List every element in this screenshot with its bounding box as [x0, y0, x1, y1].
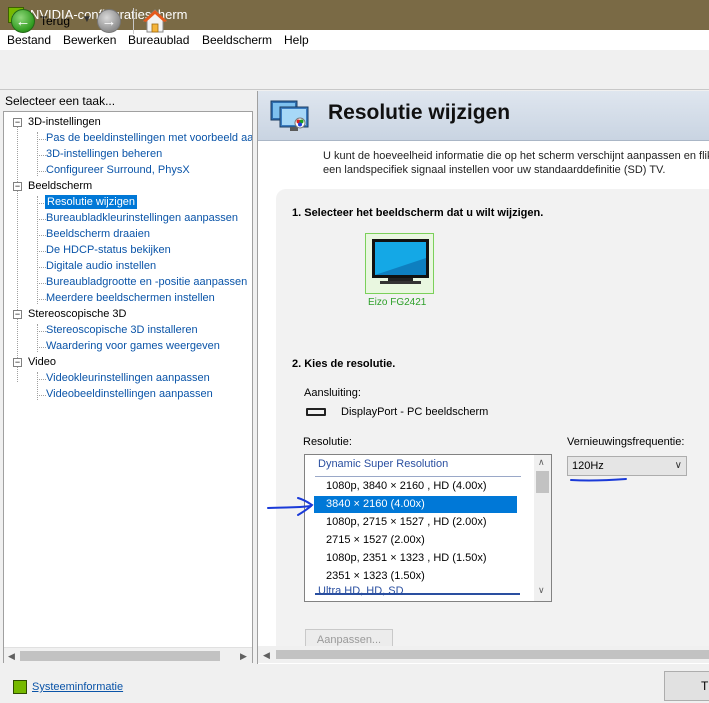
- description-line: U kunt de hoeveelheid informatie die op …: [323, 150, 709, 162]
- collapse-video-icon[interactable]: −: [13, 358, 22, 367]
- menu-bureaublad[interactable]: Bureaublad: [128, 33, 189, 47]
- forward-arrow-icon[interactable]: →: [97, 9, 121, 33]
- tree-item-manage-3d[interactable]: 3D-instellingen beheren: [46, 147, 162, 161]
- menu-beeldscherm[interactable]: Beeldscherm: [202, 33, 272, 47]
- resolution-list-scrollbar[interactable]: ∧ ∨: [534, 455, 551, 601]
- display-settings-icon: [270, 100, 309, 131]
- right-horizontal-scrollbar[interactable]: ◀: [258, 646, 709, 663]
- resolution-option[interactable]: 2351 × 1323 (1.50x): [326, 568, 425, 585]
- resolution-option[interactable]: 1080p, 2715 × 1527 , HD (2.00x): [326, 514, 487, 531]
- chevron-down-icon[interactable]: ∨: [675, 460, 682, 471]
- task-selector-label: Selecteer een taak...: [5, 94, 116, 108]
- menu-bewerken[interactable]: Bewerken: [63, 33, 116, 47]
- back-dropdown-icon[interactable]: ▼: [82, 14, 92, 25]
- resolution-option[interactable]: 2715 × 1527 (2.00x): [326, 532, 425, 549]
- scroll-up-icon[interactable]: ∧: [538, 457, 545, 468]
- refresh-rate-value: 120Hz: [572, 460, 604, 472]
- resolution-list[interactable]: Dynamic Super Resolution 1080p, 3840 × 2…: [304, 454, 552, 602]
- tree-item-surround-physx[interactable]: Configureer Surround, PhysX: [46, 163, 190, 177]
- scroll-left-icon[interactable]: ◀: [8, 651, 15, 662]
- displayport-icon: [306, 408, 326, 416]
- refresh-rate-label: Vernieuwingsfrequentie:: [567, 436, 685, 448]
- tree-display[interactable]: Beeldscherm: [28, 179, 92, 193]
- step2-heading: 2. Kies de resolutie.: [292, 358, 396, 370]
- resolution-option[interactable]: 1080p, 3840 × 2160 , HD (4.00x): [326, 478, 487, 495]
- resolution-option[interactable]: 1080p, 2351 × 1323 , HD (1.50x): [326, 550, 487, 567]
- tree-stereoscopic-3d[interactable]: Stereoscopische 3D: [28, 307, 126, 321]
- tree-item-rotate-display[interactable]: Beeldscherm draaien: [46, 227, 150, 241]
- scroll-left-icon[interactable]: ◀: [263, 650, 270, 661]
- monitor-name: Eizo FG2421: [368, 297, 427, 308]
- page-title: Resolutie wijzigen: [328, 101, 511, 124]
- step1-heading: 1. Selecteer het beeldscherm dat u wilt …: [292, 207, 544, 219]
- tree-item-change-resolution[interactable]: Resolutie wijzigen: [45, 195, 138, 209]
- resolution-group-header: Ultra HD, HD, SD: [318, 585, 404, 597]
- apply-button[interactable]: T: [664, 671, 709, 701]
- collapse-stereo-icon[interactable]: −: [13, 310, 22, 319]
- tree-3d-settings[interactable]: 3D-instellingen: [28, 115, 101, 129]
- tree-item-video-image[interactable]: Videobeeldinstellingen aanpassen: [46, 387, 213, 401]
- toolbar: [0, 50, 709, 90]
- system-info-link[interactable]: Systeeminformatie: [32, 681, 123, 693]
- tree-item-digital-audio[interactable]: Digitale audio instellen: [46, 259, 156, 273]
- resolution-group-header: Dynamic Super Resolution: [318, 458, 449, 470]
- tree-video[interactable]: Video: [28, 355, 56, 369]
- connection-value: DisplayPort - PC beeldscherm: [341, 406, 489, 418]
- scroll-thumb[interactable]: [536, 471, 549, 493]
- collapse-3d-settings-icon[interactable]: −: [13, 118, 22, 127]
- description-line: een landspecifiek signaal instellen voor…: [323, 164, 666, 176]
- toolbar-divider: [133, 8, 134, 34]
- tree-item-desktop-size[interactable]: Bureaubladgrootte en -positie aanpassen: [46, 275, 247, 289]
- scroll-thumb[interactable]: [20, 651, 220, 661]
- menu-help[interactable]: Help: [284, 33, 309, 47]
- menu-bar: Bestand Bewerken Bureaublad Beeldscherm …: [0, 30, 709, 50]
- tree-item-video-color[interactable]: Videokleurinstellingen aanpassen: [46, 371, 210, 385]
- back-arrow-icon[interactable]: ←: [11, 9, 35, 33]
- tree-item-preview-settings[interactable]: Pas de beeldinstellingen met voorbeeld a…: [46, 131, 252, 145]
- group-divider: [315, 476, 521, 477]
- resolution-option-selected[interactable]: 3840 × 2160 (4.00x): [314, 496, 517, 513]
- resolution-label: Resolutie:: [303, 436, 352, 448]
- scroll-thumb[interactable]: [276, 650, 709, 659]
- monitor-icon: [372, 239, 429, 284]
- home-icon[interactable]: [142, 8, 168, 34]
- menu-bestand[interactable]: Bestand: [7, 33, 51, 47]
- scroll-down-icon[interactable]: ∨: [538, 585, 545, 596]
- tree-item-multiple-displays[interactable]: Meerdere beeldschermen instellen: [46, 291, 215, 305]
- page-description: U kunt de hoeveelheid informatie die op …: [323, 149, 709, 177]
- task-tree[interactable]: − 3D-instellingen Pas de beeldinstelling…: [3, 111, 253, 663]
- tree-item-desktop-color[interactable]: Bureaubladkleurinstellingen aanpassen: [46, 211, 238, 225]
- collapse-display-icon[interactable]: −: [13, 182, 22, 191]
- scroll-right-icon[interactable]: ▶: [240, 651, 247, 662]
- group-divider: [315, 593, 520, 595]
- nvidia-system-info-icon[interactable]: [13, 680, 27, 694]
- refresh-rate-dropdown[interactable]: 120Hz ∨: [567, 456, 687, 476]
- connection-label: Aansluiting:: [304, 387, 361, 399]
- tree-item-game-ratings[interactable]: Waardering voor games weergeven: [46, 339, 220, 353]
- tree-item-stereo-install[interactable]: Stereoscopische 3D installeren: [46, 323, 198, 337]
- monitor-selector[interactable]: [365, 233, 434, 294]
- content-pane: Resolutie wijzigen U kunt de hoeveelheid…: [257, 91, 709, 664]
- tree-item-hdcp-status[interactable]: De HDCP-status bekijken: [46, 243, 171, 257]
- left-horizontal-scrollbar[interactable]: ◀ ▶: [4, 647, 252, 663]
- back-button-label[interactable]: Terug: [40, 14, 70, 28]
